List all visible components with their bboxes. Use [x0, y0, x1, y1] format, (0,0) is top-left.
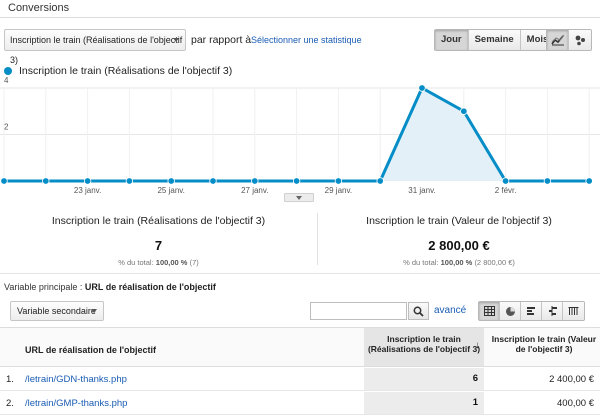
metric-select[interactable]: Inscription le train (Réalisations de l'…: [4, 29, 186, 65]
data-point: [334, 177, 343, 185]
secondary-dimension-select[interactable]: Variable secondaire: [10, 301, 104, 321]
x-tick-label: 29 janv.: [325, 186, 352, 195]
search-icon: [413, 306, 424, 317]
pivot-view-icon: [568, 307, 579, 315]
week-button[interactable]: Semaine: [468, 30, 521, 50]
summary-value: 7: [154, 238, 163, 253]
pivot-view-button[interactable]: [563, 302, 584, 320]
motion-chart-icon: [575, 35, 585, 46]
data-point: [585, 177, 593, 185]
compare-label: par rapport à: [191, 34, 252, 46]
table-row: 1. /letrain/GDN-thanks.php 6 2 400,00 €: [0, 368, 600, 391]
pie-view-button[interactable]: [500, 302, 521, 320]
chart-mode-group: [546, 29, 592, 51]
data-point: [167, 177, 175, 185]
pct-suffix: (2 800,00 €): [474, 258, 515, 267]
data-point: [125, 177, 134, 185]
granularity-group: Jour Semaine Mois: [434, 29, 556, 51]
row-number: 1.: [6, 374, 14, 385]
x-tick-label: 25 janv.: [157, 186, 184, 195]
primary-dimension-value: URL de réalisation de l'objectif: [84, 282, 216, 292]
summary-value: 2 800,00 €: [428, 238, 490, 253]
pct-value: 100,00 %: [155, 258, 188, 267]
pct-value: 100,00 %: [440, 258, 473, 267]
x-tick-label: 23 janv.: [74, 186, 101, 195]
table-search-input[interactable]: [310, 302, 407, 320]
section-title: Conversions: [8, 2, 70, 14]
row-url-link[interactable]: /letrain/GMP-thanks.php: [25, 398, 127, 409]
row-value: 2 400,00 €: [549, 374, 594, 385]
data-point: [501, 177, 510, 185]
line-chart-icon: [550, 34, 564, 46]
row-number: 2.: [6, 398, 14, 409]
pie-view-icon: [505, 306, 515, 316]
x-tick-label: 31 janv.: [408, 186, 435, 195]
summary-panel: Inscription le train (Réalisations de l'…: [0, 205, 600, 270]
pct-prefix: % du total:: [118, 258, 154, 267]
summary-value-metric: Inscription le train (Valeur de l'object…: [318, 205, 600, 270]
data-point: [543, 177, 552, 185]
chevron-down-icon: [296, 195, 302, 200]
line-chart-button[interactable]: [547, 30, 569, 50]
advanced-filter-link[interactable]: avancé: [434, 305, 466, 316]
column-header-label: Inscription le train (Réalisations de l'…: [367, 334, 481, 354]
column-header-value[interactable]: Inscription le train (Valeur de l'object…: [488, 334, 600, 354]
motion-chart-button[interactable]: [569, 30, 591, 50]
data-point: [83, 177, 92, 185]
x-tick-label: 2 févr.: [495, 186, 517, 195]
divider: [0, 17, 600, 18]
summary-label: Inscription le train (Valeur de l'object…: [366, 215, 552, 227]
sort-desc-icon: ↓: [475, 340, 480, 351]
pct-suffix: (7): [189, 258, 199, 267]
row-value: 400,00 €: [557, 398, 594, 409]
data-point: [418, 84, 426, 92]
pct-prefix: % du total:: [403, 258, 439, 267]
primary-dimension: Variable principale : URL de réalisation…: [4, 282, 216, 292]
divider: [0, 273, 600, 274]
summary-percent: % du total: 100,00 % (2 800,00 €): [318, 258, 600, 267]
select-statistic-link[interactable]: Sélectionner une statistique: [251, 35, 362, 45]
chart-collapse-button[interactable]: [284, 193, 314, 202]
line-chart: 4 2 23 janv. 25 janv. 27 janv. 29 janv. 31 jan…: [0, 76, 600, 195]
chevron-down-icon: [91, 309, 97, 313]
data-point: [376, 177, 384, 185]
table-view-icon: [483, 306, 495, 316]
summary-completions: Inscription le train (Réalisations de l'…: [0, 205, 317, 270]
data-point: [42, 177, 50, 185]
day-button[interactable]: Jour: [435, 30, 469, 50]
data-point: [292, 177, 301, 185]
summary-percent: % du total: 100,00 % (7): [0, 258, 317, 267]
performance-view-button[interactable]: [521, 302, 542, 320]
chevron-down-icon: [173, 38, 179, 42]
column-header-url[interactable]: URL de réalisation de l'objectif: [25, 345, 156, 355]
legend-dot-icon: [4, 67, 12, 75]
data-point: [209, 177, 217, 185]
table-view-group: [478, 301, 585, 321]
row-completions: 6: [364, 368, 484, 390]
metric-select-label: Inscription le train (Réalisations de l'…: [10, 35, 183, 65]
comparison-view-button[interactable]: [542, 302, 563, 320]
data-point: [460, 107, 468, 115]
y-tick-label: 4: [4, 76, 9, 85]
table-row: 2. /letrain/GMP-thanks.php 1 400,00 €: [0, 392, 600, 415]
comparison-view-icon: [548, 306, 557, 316]
row-url-link[interactable]: /letrain/GDN-thanks.php: [25, 374, 127, 385]
search-button[interactable]: [408, 302, 429, 320]
data-point: [251, 177, 259, 185]
summary-label: Inscription le train (Réalisations de l'…: [51, 215, 266, 227]
x-tick-label: 27 janv.: [241, 186, 268, 195]
row-completions: 1: [364, 392, 484, 414]
column-header-completions[interactable]: Inscription le train (Réalisations de l'…: [364, 328, 484, 366]
secondary-dimension-label: Variable secondaire: [17, 306, 96, 316]
primary-dimension-label: Variable principale :: [4, 282, 83, 292]
y-tick-label: 2: [4, 123, 9, 132]
performance-view-icon: [526, 307, 535, 315]
table-view-button[interactable]: [479, 302, 500, 320]
table-header: URL de réalisation de l'objectif Inscrip…: [0, 327, 600, 367]
data-point: [0, 177, 8, 185]
